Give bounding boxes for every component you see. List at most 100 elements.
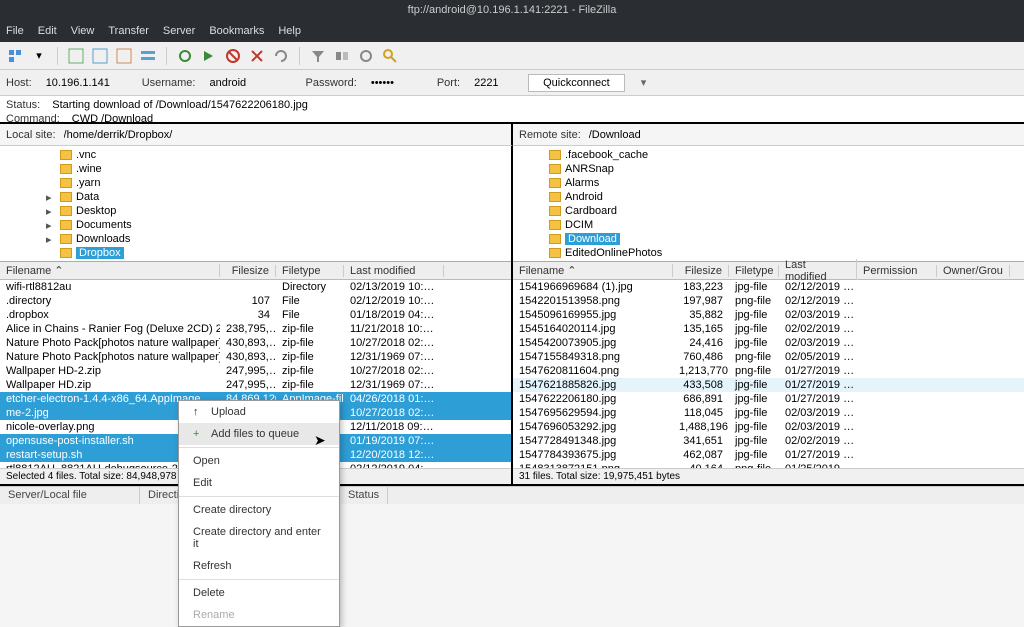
port-label: Port: [437,77,460,89]
upload-icon: ↑ [193,406,205,418]
tree-node[interactable]: .wine [6,162,505,176]
disconnect-icon[interactable] [248,47,266,65]
col-filesize[interactable]: Filesize [673,265,729,277]
remote-pane: .facebook_cacheANRSnapAlarmsAndroidCardb… [513,146,1024,484]
log-label: Status: [6,99,40,111]
tree-node[interactable]: ANRSnap [519,162,1018,176]
ctx-upload[interactable]: ↑Upload [179,401,339,423]
table-row[interactable]: 1547695629594.jpg118,045jpg-file02/03/20… [513,406,1024,420]
search-icon[interactable] [381,47,399,65]
menu-transfer[interactable]: Transfer [108,25,149,37]
table-row[interactable]: 1548313872151.png40,164png-file01/25/201… [513,462,1024,468]
table-row[interactable]: 1545420073905.jpg24,416jpg-file02/03/201… [513,336,1024,350]
compare-icon[interactable] [333,47,351,65]
remote-file-list[interactable]: 1541966969684 (1).jpg183,223jpg-file02/1… [513,280,1024,468]
quickconnect-button[interactable]: Quickconnect [528,74,625,92]
tree-node[interactable]: ▸Downloads [6,232,505,246]
quickconnect-dropdown-icon[interactable]: ▾ [641,76,647,89]
tree-node[interactable]: ▸Desktop [6,204,505,218]
col-permission[interactable]: Permission [857,265,937,277]
tree-node[interactable]: .vnc [6,148,505,162]
table-row[interactable]: 1547620811604.png1,213,770png-file01/27/… [513,364,1024,378]
ctx-edit[interactable]: Edit [179,472,339,494]
col-filetype[interactable]: Filetype [276,265,344,277]
ctx-create-dir[interactable]: Create directory [179,499,339,521]
sitemanager-icon[interactable] [6,47,24,65]
toggle-remotetree-icon[interactable] [115,47,133,65]
table-row[interactable]: .dropbox34File01/18/2019 04:… [0,308,511,322]
col-filesize[interactable]: Filesize [220,265,276,277]
tree-node[interactable]: ▸Documents [6,218,505,232]
host-input[interactable] [42,75,132,91]
username-input[interactable] [205,75,295,91]
table-row[interactable]: 1547155849318.png760,486png-file02/05/20… [513,350,1024,364]
menu-help[interactable]: Help [278,25,301,37]
table-row[interactable]: Alice in Chains - Ranier Fog (Deluxe 2CD… [0,322,511,336]
table-row[interactable]: Wallpaper HD.zip247,995,…zip-file12/31/1… [0,378,511,392]
menu-edit[interactable]: Edit [38,25,57,37]
table-row[interactable]: Nature Photo Pack[photos nature wallpape… [0,350,511,364]
tree-node[interactable]: .yarn [6,176,505,190]
password-input[interactable] [367,75,427,91]
port-input[interactable] [470,75,510,91]
tree-node[interactable]: .facebook_cache [519,148,1018,162]
tree-node[interactable]: ▸Data [6,190,505,204]
col-filename[interactable]: Filename ⌃ [513,264,673,277]
col-lastmod[interactable]: Last modified [344,265,444,277]
menu-bookmarks[interactable]: Bookmarks [209,25,264,37]
menu-file[interactable]: File [6,25,24,37]
tree-node[interactable]: Android [519,190,1018,204]
table-row[interactable]: Wallpaper HD-2.zip247,995,…zip-file10/27… [0,364,511,378]
toggle-log-icon[interactable] [67,47,85,65]
quickconnect-bar: Host: Username: Password: Port: Quickcon… [0,70,1024,96]
col-filetype[interactable]: Filetype [729,265,779,277]
q-server[interactable]: Server/Local file [0,487,140,504]
transfer-queue-header: Server/Local file Direction Remot rity S… [0,486,1024,504]
process-queue-icon[interactable] [200,47,218,65]
col-owner[interactable]: Owner/Grou [937,265,1010,277]
ctx-open[interactable]: Open [179,450,339,472]
col-lastmod[interactable]: Last modified [779,259,857,283]
ctx-create-dir-enter[interactable]: Create directory and enter it [179,521,339,555]
local-tree[interactable]: .vnc.wine.yarn▸Data▸Desktop▸Documents▸Do… [0,146,511,262]
filter-icon[interactable] [309,47,327,65]
tree-node[interactable]: Download [519,232,1018,246]
reconnect-icon[interactable] [272,47,290,65]
menu-server[interactable]: Server [163,25,195,37]
toggle-localtree-icon[interactable] [91,47,109,65]
table-row[interactable]: 1547622206180.jpg686,891jpg-file01/27/20… [513,392,1024,406]
toggle-queue-icon[interactable] [139,47,157,65]
refresh-icon[interactable] [176,47,194,65]
table-row[interactable]: 1542201513958.png197,987png-file02/12/20… [513,294,1024,308]
col-filename[interactable]: Filename ⌃ [0,264,220,277]
remote-tree[interactable]: .facebook_cacheANRSnapAlarmsAndroidCardb… [513,146,1024,262]
tree-node[interactable]: Cardboard [519,204,1018,218]
dropdown-icon[interactable]: ▾ [30,47,48,65]
table-row[interactable]: Nature Photo Pack[photos nature wallpape… [0,336,511,350]
ctx-delete[interactable]: Delete [179,582,339,604]
tree-node[interactable]: EditedOnlinePhotos [519,246,1018,260]
table-row[interactable]: .directory107File02/12/2019 10:… [0,294,511,308]
table-row[interactable]: 1541966969684 (1).jpg183,223jpg-file02/1… [513,280,1024,294]
table-row[interactable]: 1547621885826.jpg433,508jpg-file01/27/20… [513,378,1024,392]
tree-node[interactable]: Dropbox [6,246,505,260]
table-row[interactable]: wifi-rtl8812auDirectory02/13/2019 10:… [0,280,511,294]
message-log[interactable]: Status:Starting download of /Download/15… [0,96,1024,124]
table-row[interactable]: 1547696053292.jpg1,488,196jpg-file02/03/… [513,420,1024,434]
local-site-label: Local site: [6,129,56,141]
local-site-input[interactable] [64,129,505,141]
tree-node[interactable]: Alarms [519,176,1018,190]
table-row[interactable]: 1545096169955.jpg35,882jpg-file02/03/201… [513,308,1024,322]
menu-view[interactable]: View [71,25,95,37]
ctx-rename: Rename [179,604,339,626]
ctx-refresh[interactable]: Refresh [179,555,339,577]
table-row[interactable]: 1545164020114.jpg135,165jpg-file02/02/20… [513,322,1024,336]
local-list-header: Filename ⌃ Filesize Filetype Last modifi… [0,262,511,280]
cancel-icon[interactable] [224,47,242,65]
tree-node[interactable]: DCIM [519,218,1018,232]
remote-site-input[interactable] [589,129,1018,141]
q-status[interactable]: Status [340,487,388,504]
table-row[interactable]: 1547784393675.jpg462,087jpg-file01/27/20… [513,448,1024,462]
sync-browse-icon[interactable] [357,47,375,65]
table-row[interactable]: 1547728491348.jpg341,651jpg-file02/02/20… [513,434,1024,448]
